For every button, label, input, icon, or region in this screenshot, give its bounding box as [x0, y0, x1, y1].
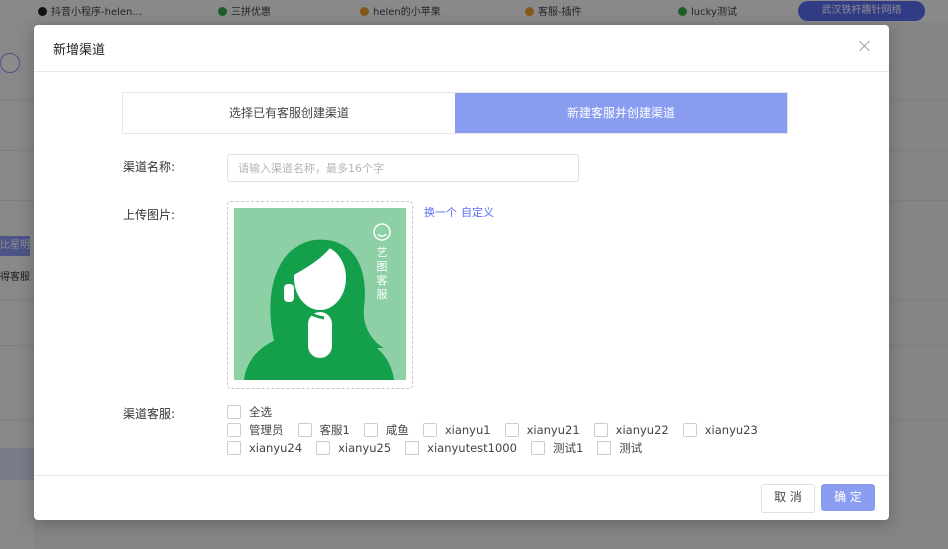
agent-checkbox[interactable]: 咸鱼 — [363, 422, 409, 438]
checkbox-box[interactable] — [593, 422, 608, 437]
agent-checkbox[interactable]: 测试1 — [530, 440, 584, 456]
checkbox-box[interactable] — [227, 404, 241, 419]
upload-links: 换一个 自定义 — [424, 204, 498, 220]
agent-name: xianyu23 — [704, 422, 758, 437]
agent-checkbox[interactable]: xianyu21 — [504, 422, 580, 437]
tab-create-new-agent[interactable]: 新建客服并创建渠道 — [455, 93, 787, 133]
agent-avatar-image: 艺 图 客 服 — [234, 208, 406, 380]
checkbox-box[interactable] — [297, 422, 312, 437]
checkbox-box[interactable] — [363, 422, 378, 437]
agent-name: xianyutest1000 — [427, 440, 517, 455]
agent-name: 测试 — [619, 440, 643, 455]
agent-name: xianyu22 — [615, 422, 669, 437]
agent-checkbox[interactable]: xianyu24 — [227, 440, 303, 455]
agent-checkbox[interactable]: xianyu22 — [593, 422, 669, 437]
checkbox-box[interactable] — [227, 440, 241, 455]
agent-checkbox[interactable]: xianyu25 — [316, 440, 392, 455]
channel-agents-label: 渠道客服: — [123, 407, 176, 421]
agent-name: xianyu1 — [444, 422, 491, 437]
close-icon[interactable] — [857, 38, 873, 54]
custom-image-link[interactable]: 自定义 — [461, 206, 494, 219]
checkbox-box[interactable] — [682, 422, 697, 437]
dialog-title: 新增渠道 — [53, 43, 106, 58]
channel-name-label: 渠道名称: — [123, 160, 176, 174]
agent-name: 测试1 — [552, 440, 584, 455]
channel-name-input[interactable] — [227, 154, 579, 182]
agent-checkbox[interactable]: 管理员 — [227, 422, 284, 438]
agent-checkbox-group: 全选 管理员 客服1 咸鱼 xianyu1 xianyu21 xianyu22 xianyu… — [227, 403, 827, 457]
svg-text:客: 客 — [377, 273, 388, 287]
agent-name: xianyu25 — [338, 440, 392, 455]
agent-name: xianyu24 — [249, 440, 303, 455]
dialog-header: 新增渠道 — [34, 25, 889, 72]
cancel-button[interactable]: 取 消 — [761, 484, 815, 513]
checkbox-box[interactable] — [316, 440, 331, 455]
dialog-footer: 取 消 确 定 — [34, 475, 889, 520]
agent-checkbox[interactable]: xianyutest1000 — [405, 440, 517, 455]
checkbox-box[interactable] — [422, 422, 437, 437]
confirm-button[interactable]: 确 定 — [821, 484, 875, 511]
agent-checkbox[interactable]: xianyu1 — [422, 422, 491, 437]
switch-image-link[interactable]: 换一个 — [424, 206, 457, 219]
mode-segmented-control: 选择已有客服创建渠道 新建客服并创建渠道 — [122, 92, 788, 134]
select-all-checkbox[interactable]: 全选 — [227, 404, 272, 420]
agent-name: 管理员 — [249, 422, 284, 437]
svg-text:服: 服 — [377, 288, 388, 301]
checkbox-box[interactable] — [227, 422, 241, 437]
tab-select-existing-agent[interactable]: 选择已有客服创建渠道 — [123, 93, 455, 133]
agent-name: 客服1 — [319, 422, 350, 437]
svg-text:艺: 艺 — [377, 246, 388, 259]
image-upload-area[interactable]: 艺 图 客 服 — [227, 201, 413, 389]
checkbox-box[interactable] — [405, 440, 420, 455]
upload-image-label: 上传图片: — [123, 208, 176, 222]
checkbox-box[interactable] — [597, 440, 612, 455]
svg-text:图: 图 — [377, 260, 388, 273]
agent-name: 咸鱼 — [385, 422, 409, 437]
agent-checkbox[interactable]: 测试 — [597, 440, 642, 456]
checkbox-box[interactable] — [504, 422, 519, 437]
agent-checkbox[interactable]: 客服1 — [297, 422, 350, 438]
agent-checkbox[interactable]: xianyu23 — [682, 422, 758, 437]
checkbox-box[interactable] — [530, 440, 545, 455]
add-channel-dialog: 新增渠道 选择已有客服创建渠道 新建客服并创建渠道 渠道名称: 上传图片: — [34, 25, 889, 520]
agent-name: xianyu21 — [526, 422, 580, 437]
